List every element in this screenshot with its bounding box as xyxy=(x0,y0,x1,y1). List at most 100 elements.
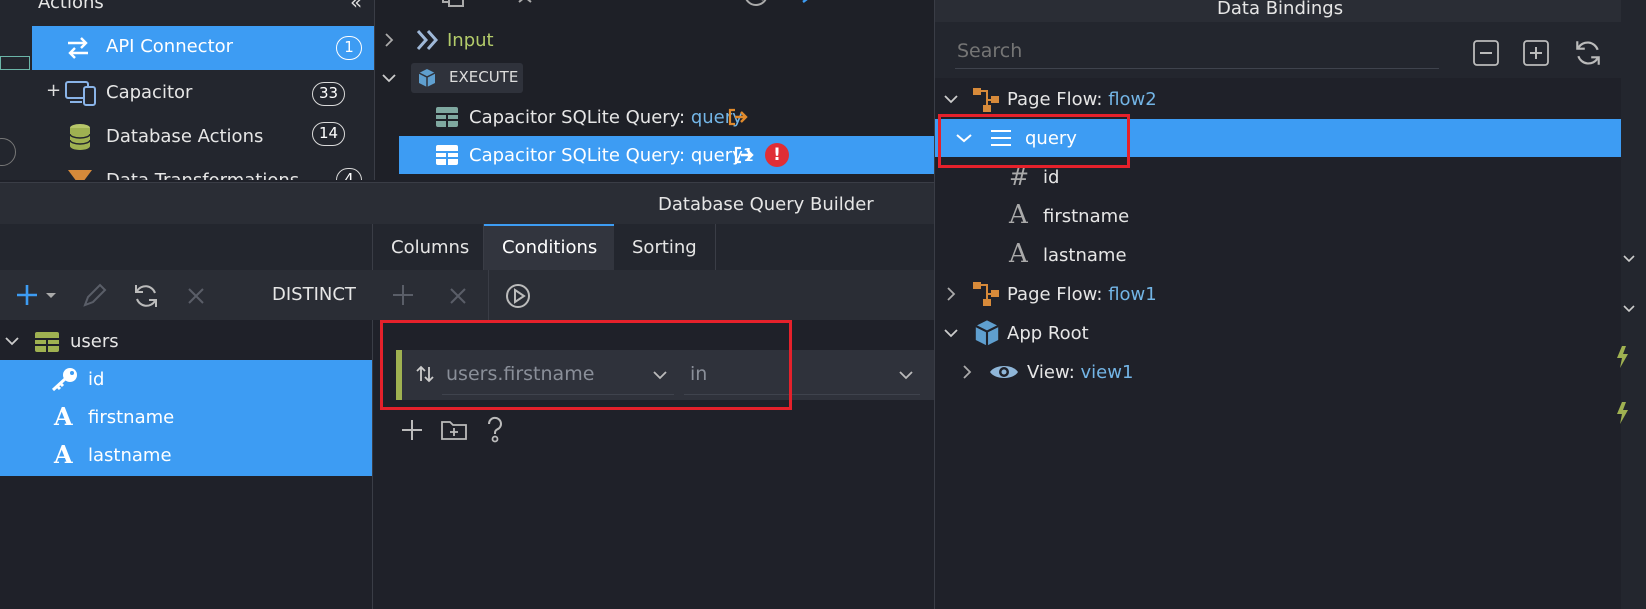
binding-row-id[interactable]: # id xyxy=(935,158,1621,196)
tree-row-firstname[interactable]: A firstname xyxy=(0,398,372,436)
eye-icon xyxy=(989,361,1019,383)
flow-input-label: Input xyxy=(447,30,494,51)
step-label: Capacitor SQLite Query: query1 xyxy=(469,145,754,166)
table-icon xyxy=(435,144,459,166)
actions-item-capacitor[interactable]: + Capacitor 33 xyxy=(32,72,374,116)
binding-row-query[interactable]: query xyxy=(935,119,1621,157)
toolbar-plus-icon[interactable] xyxy=(397,0,417,4)
chevron-down-icon[interactable] xyxy=(1622,254,1636,264)
flow-execute-row[interactable]: EXECUTE xyxy=(375,60,935,96)
chevron-down-icon[interactable] xyxy=(943,93,959,105)
binding-label: View: view1 xyxy=(1027,362,1133,383)
flow-step-query1[interactable]: Capacitor SQLite Query: query1 ! xyxy=(399,136,935,174)
data-bindings-titlebar[interactable]: Data Bindings xyxy=(935,0,1621,22)
binding-label: Page Flow: flow2 xyxy=(1007,89,1157,110)
strip-icon xyxy=(0,56,30,70)
binding-label: id xyxy=(1043,167,1060,188)
chevron-down-icon[interactable] xyxy=(381,72,397,84)
chevron-right-icon[interactable] xyxy=(961,364,973,380)
cube-icon xyxy=(973,319,1001,347)
error-icon[interactable]: ! xyxy=(765,143,789,167)
toolbar-disable-icon[interactable] xyxy=(743,0,769,8)
output-arrow-icon xyxy=(727,107,749,127)
binding-row-app-root[interactable]: App Root xyxy=(935,314,1621,352)
toolbar-copy-icon[interactable] xyxy=(441,0,465,8)
count-badge: 33 xyxy=(312,82,346,106)
data-bindings-toolbar xyxy=(935,22,1621,78)
chevron-right-icon[interactable] xyxy=(383,32,395,48)
output-arrow-icon xyxy=(733,145,755,165)
execute-chip: EXECUTE xyxy=(411,63,523,93)
chevron-down-icon[interactable] xyxy=(4,335,20,347)
binding-row-firstname[interactable]: A firstname xyxy=(935,197,1621,235)
binding-row-lastname[interactable]: A lastname xyxy=(935,236,1621,274)
flow-input-row[interactable]: Input xyxy=(375,22,935,58)
distinct-toggle[interactable]: DISTINCT xyxy=(272,284,356,305)
binding-prefix: Page Flow: xyxy=(1007,284,1109,305)
actions-item-database-actions[interactable]: Database Actions 14 xyxy=(32,116,374,160)
database-icon xyxy=(68,122,92,152)
execute-label: EXECUTE xyxy=(449,68,519,86)
tab-sorting[interactable]: Sorting xyxy=(614,224,716,270)
query-builder-titlebar[interactable]: Database Query Builder xyxy=(0,182,934,225)
add-condition-toolbar-icon[interactable] xyxy=(392,284,414,306)
chevron-right-icon[interactable] xyxy=(945,286,957,302)
tree-row-id[interactable]: id xyxy=(0,360,372,398)
left-edge-strip xyxy=(0,0,32,180)
condition-row: users.firstname in xyxy=(396,350,934,400)
condition-operator-select[interactable]: in xyxy=(684,354,920,395)
help-question-icon[interactable] xyxy=(484,416,506,444)
remove-icon[interactable] xyxy=(186,286,206,306)
tab-label: Columns xyxy=(391,237,470,258)
binding-row-flow2[interactable]: Page Flow: flow2 xyxy=(935,80,1621,118)
tab-columns[interactable]: Columns xyxy=(372,224,484,270)
devices-icon xyxy=(64,78,98,108)
binding-row-flow1[interactable]: Page Flow: flow1 xyxy=(935,275,1621,313)
step-label: Capacitor SQLite Query: query xyxy=(469,107,743,128)
binding-prefix: View: xyxy=(1027,362,1081,383)
tree-column-label: lastname xyxy=(88,445,172,466)
expand-plus-icon[interactable]: + xyxy=(46,80,61,101)
binding-label: lastname xyxy=(1043,245,1127,266)
count-badge: 1 xyxy=(336,36,362,60)
data-bindings-panel: Data Bindings Page Flow: flow2 qu xyxy=(934,0,1646,609)
chevron-down-icon xyxy=(898,369,914,381)
actions-item-data-transformations[interactable]: Data Transformations 4 xyxy=(32,160,374,180)
collapse-panel-icon[interactable]: « xyxy=(350,0,362,14)
chevron-down-icon[interactable] xyxy=(955,132,973,144)
tab-conditions[interactable]: Conditions xyxy=(484,224,614,270)
lightning-brace-icon[interactable] xyxy=(1614,344,1634,370)
count-badge: 4 xyxy=(336,168,362,180)
run-query-icon[interactable] xyxy=(504,282,532,310)
toolbar-close-icon[interactable] xyxy=(517,0,535,4)
table-icon xyxy=(34,331,60,353)
query-toolbar: DISTINCT xyxy=(0,270,934,320)
collapse-all-icon[interactable] xyxy=(1473,40,1499,66)
flow-step-query[interactable]: Capacitor SQLite Query: query xyxy=(399,98,935,136)
binding-row-view1[interactable]: View: view1 xyxy=(935,353,1621,391)
expand-all-icon[interactable] xyxy=(1523,40,1549,66)
refresh-icon[interactable] xyxy=(1573,38,1603,68)
condition-field-select[interactable]: users.firstname xyxy=(442,354,674,395)
lightning-brace-icon[interactable] xyxy=(1614,400,1634,426)
add-dropdown-button[interactable] xyxy=(14,282,60,308)
actions-item-api-connector[interactable]: API Connector 1 xyxy=(32,26,378,70)
arrows-exchange-icon xyxy=(64,34,92,62)
input-double-chevron-icon xyxy=(415,28,441,52)
remove-condition-toolbar-icon[interactable] xyxy=(448,286,468,306)
actions-item-label: Database Actions xyxy=(106,126,264,147)
search-input[interactable] xyxy=(955,34,1439,69)
binding-name: flow2 xyxy=(1108,89,1157,110)
chevron-down-icon[interactable] xyxy=(1622,304,1636,314)
tabs-bar: Columns Conditions Sorting xyxy=(0,224,934,270)
tree-row-users[interactable]: users xyxy=(0,322,372,360)
add-group-folder-icon[interactable] xyxy=(440,418,468,442)
add-condition-icon[interactable] xyxy=(400,418,424,442)
edit-pencil-icon[interactable] xyxy=(80,282,108,310)
toolbar-export-icon[interactable] xyxy=(791,0,819,8)
actions-item-label: API Connector xyxy=(106,36,234,57)
refresh-icon[interactable] xyxy=(132,282,160,310)
chevron-down-icon[interactable] xyxy=(943,327,959,339)
tree-row-lastname[interactable]: A lastname xyxy=(0,436,372,474)
table-tree: users id A firstname A lastname xyxy=(0,320,373,609)
